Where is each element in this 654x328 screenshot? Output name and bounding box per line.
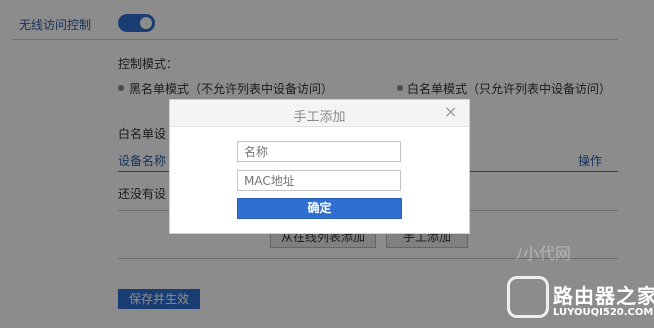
watermark-logo-icon (507, 276, 549, 318)
watermark-faint-text: ﾉ小代网 (515, 244, 572, 263)
manual-add-dialog: 手工添加 × 确定 (169, 99, 470, 234)
confirm-button[interactable]: 确定 (237, 198, 402, 219)
dialog-title: 手工添加 (293, 110, 346, 125)
name-input[interactable] (237, 141, 401, 162)
close-icon[interactable]: × (444, 104, 457, 120)
watermark-brand: 路由器之家 (553, 284, 654, 308)
mac-address-input[interactable] (237, 170, 401, 191)
watermark-url: LUYOUQI520.COM (553, 307, 654, 318)
